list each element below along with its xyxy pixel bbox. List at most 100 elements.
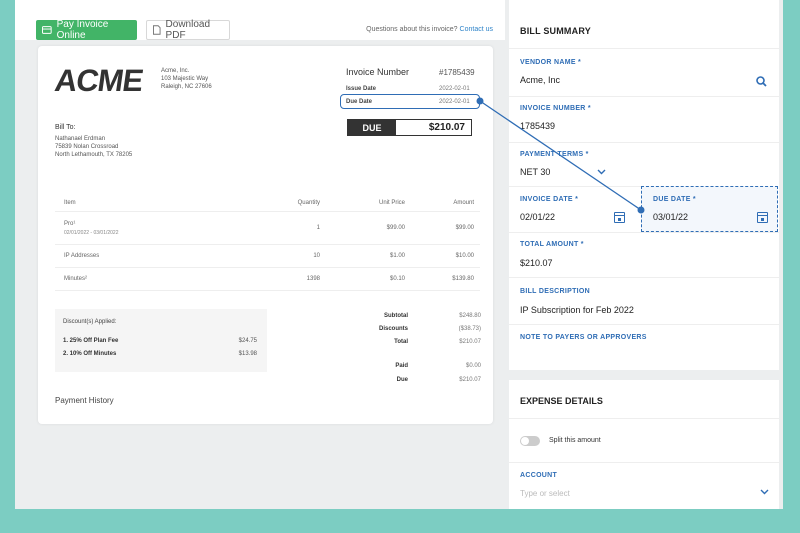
bill-to-label: Bill To:: [55, 124, 76, 131]
item-amount: $10.00: [455, 253, 474, 259]
bill-to-street: 75839 Nolan Crossroad: [55, 144, 119, 150]
vendor-name-field[interactable]: VENDOR NAME * Acme, Inc: [509, 48, 779, 96]
due-total-label: Due: [396, 377, 408, 383]
discounts-panel: Discount(s) Applied: 1. 25% Off Plan Fee…: [55, 309, 267, 372]
chevron-down-icon[interactable]: [760, 489, 769, 495]
due-date-field-label: DUE DATE *: [653, 196, 696, 203]
vendor-name-value[interactable]: Acme, Inc: [520, 75, 560, 85]
item-name: Minutes²: [64, 276, 88, 282]
item-period: 02/01/2022 - 03/01/2022: [64, 229, 119, 236]
invoice-number-field[interactable]: INVOICE NUMBER * 1785439: [509, 96, 779, 142]
company-name: Acme, Inc.: [161, 68, 190, 74]
invoice-number-value: #1785439: [439, 68, 475, 77]
pay-invoice-label: Pay Invoice Online: [56, 19, 109, 41]
col-unit-price: Unit Price: [378, 199, 405, 206]
item-qty: 1: [316, 225, 320, 231]
payment-history-heading: Payment History: [55, 396, 114, 405]
bill-to-city: North Lethamouth, TX 78205: [55, 152, 133, 158]
bill-to-address: Nathanael Erdman 75839 Nolan Crossroad N…: [55, 135, 132, 159]
account-input[interactable]: Type or select: [520, 489, 570, 498]
table-header: Item Quantity Unit Price Amount: [55, 194, 480, 212]
item-name: Pro¹: [64, 220, 76, 227]
issue-date-value: 2022-02-01: [439, 86, 470, 92]
invoice-date-field[interactable]: INVOICE DATE * 02/01/22: [509, 186, 641, 232]
due-date-field-value[interactable]: 03/01/22: [653, 212, 688, 222]
subtotal-value: $248.80: [459, 313, 481, 319]
item-unit-price: $1.00: [389, 253, 405, 259]
company-street: 103 Majestic Way: [161, 76, 209, 82]
questions-label: Questions about this invoice?: [366, 26, 458, 33]
col-item: Item: [64, 199, 76, 206]
total-amount-value[interactable]: $210.07: [520, 258, 553, 268]
item-amount: $139.80: [452, 276, 474, 282]
expense-details-card: EXPENSE DETAILS Split this amount ACCOUN…: [509, 380, 779, 509]
due-row: Due $210.07: [348, 377, 483, 383]
paid-row: Paid $0.00: [348, 363, 483, 369]
table-row: Minutes² 1398 $0.10 $139.80: [55, 268, 480, 291]
note-label: NOTE TO PAYERS OR APPROVERS: [520, 334, 647, 341]
due-date-field[interactable]: DUE DATE * 03/01/22: [641, 186, 778, 232]
contact-us-link[interactable]: Contact us: [460, 26, 493, 33]
invoice-number-field-label: INVOICE NUMBER *: [520, 105, 591, 112]
divider: [509, 418, 779, 419]
acme-logo: ACME: [52, 63, 145, 98]
invoice-document: ACME Acme, Inc. 103 Majestic Way Raleigh…: [38, 46, 493, 424]
chevron-down-icon[interactable]: [597, 169, 606, 175]
table-row: IP Addresses 10 $1.00 $10.00: [55, 245, 480, 268]
item-qty: 10: [313, 253, 320, 259]
expense-details-title: EXPENSE DETAILS: [520, 396, 603, 406]
due-amount-box: DUE $210.07: [347, 119, 472, 136]
calendar-icon[interactable]: [757, 212, 768, 223]
discounts-title: Discount(s) Applied:: [63, 319, 117, 325]
line-items-table: Item Quantity Unit Price Amount Pro¹ 02/0…: [55, 194, 480, 291]
questions-text: Questions about this invoice? Contact us: [366, 26, 493, 33]
paid-label: Paid: [395, 363, 408, 369]
discounts-row: Discounts ($38.73): [348, 326, 483, 332]
due-badge: DUE: [348, 120, 396, 135]
due-date-label: Due Date: [346, 99, 373, 105]
bill-summary-card: BILL SUMMARY VENDOR NAME * Acme, Inc INV…: [509, 0, 779, 370]
bill-to-name: Nathanael Erdman: [55, 136, 106, 142]
divider: [509, 462, 779, 463]
invoice-toolbar: Pay Invoice Online Download PDF Question…: [15, 0, 505, 41]
download-pdf-button[interactable]: Download PDF: [146, 19, 230, 41]
invoice-number-label: Invoice Number: [346, 67, 410, 77]
issue-date-label: Issue Date: [346, 86, 377, 92]
total-value: $210.07: [459, 339, 481, 345]
discount-amount: $13.98: [238, 351, 257, 357]
due-total-value: $210.07: [459, 377, 481, 383]
vendor-name-label: VENDOR NAME *: [520, 59, 582, 66]
search-icon[interactable]: [756, 76, 767, 87]
due-amount: $210.07: [428, 122, 465, 133]
item-amount: $99.00: [455, 225, 474, 231]
download-pdf-label: Download PDF: [165, 19, 211, 41]
account-label: ACCOUNT: [520, 472, 558, 479]
company-address: Acme, Inc. 103 Majestic Way Raleigh, NC …: [161, 67, 212, 91]
item-name: IP Addresses: [64, 253, 100, 259]
discounts-label: Discounts: [378, 326, 408, 332]
col-quantity: Quantity: [297, 199, 320, 206]
note-field[interactable]: NOTE TO PAYERS OR APPROVERS: [509, 324, 779, 370]
bill-description-field[interactable]: BILL DESCRIPTION IP Subscription for Feb…: [509, 277, 779, 324]
split-amount-toggle[interactable]: [520, 436, 540, 446]
payment-terms-value[interactable]: NET 30: [520, 167, 550, 177]
invoice-number-field-value[interactable]: 1785439: [520, 121, 555, 131]
discount-amount: $24.75: [238, 338, 257, 344]
discounts-value: ($38.73): [458, 326, 481, 332]
total-label: Total: [394, 339, 408, 345]
bill-summary-title: BILL SUMMARY: [520, 26, 591, 36]
total-amount-field[interactable]: TOTAL AMOUNT * $210.07: [509, 232, 779, 277]
split-amount-label: Split this amount: [549, 437, 601, 444]
invoice-date-value[interactable]: 02/01/22: [520, 212, 555, 222]
document-icon: [153, 25, 161, 35]
discount-line: 2. 10% Off Minutes: [63, 351, 117, 357]
pay-invoice-online-button[interactable]: Pay Invoice Online: [36, 19, 137, 41]
company-city: Raleigh, NC 27606: [161, 84, 212, 90]
total-amount-label: TOTAL AMOUNT *: [520, 241, 584, 248]
payment-terms-field[interactable]: PAYMENT TERMS * NET 30: [509, 142, 779, 186]
item-unit-price: $0.10: [389, 276, 405, 282]
total-row: Total $210.07: [348, 339, 483, 345]
bill-description-value[interactable]: IP Subscription for Feb 2022: [520, 305, 634, 315]
calendar-icon[interactable]: [614, 212, 625, 223]
col-amount: Amount: [453, 199, 474, 206]
